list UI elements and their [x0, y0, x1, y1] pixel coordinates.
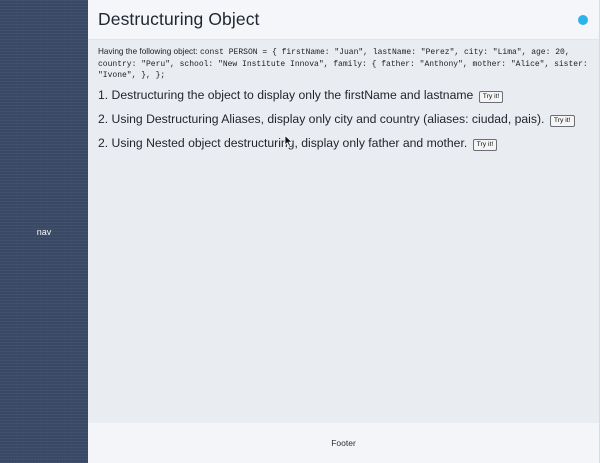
try-it-button-3[interactable]: Try it! — [472, 138, 498, 151]
exercise-2: 2. Using Destructuring Aliases, display … — [98, 111, 589, 127]
try-it-button-1[interactable]: Try it! — [478, 90, 504, 103]
main-content: Having the following object: const PERSO… — [88, 40, 599, 423]
exercise-1-text: 1. Destructuring the object to display o… — [98, 87, 474, 102]
sidebar-nav: nav — [0, 0, 88, 463]
intro-paragraph: Having the following object: const PERSO… — [98, 47, 589, 82]
nav-label: nav — [36, 226, 52, 237]
exercise-1: 1. Destructuring the object to display o… — [98, 87, 589, 103]
try-it-button-2[interactable]: Try it! — [549, 114, 575, 127]
page-title: Destructuring Object — [98, 9, 260, 29]
exercise-2-text: 2. Using Destructuring Aliases, display … — [98, 111, 545, 126]
main-column: Destructuring Object Having the followin… — [88, 0, 599, 463]
status-dot-icon — [578, 14, 588, 25]
page-header: Destructuring Object — [88, 0, 599, 40]
footer-label: Footer — [331, 438, 356, 448]
exercise-3-text: 2. Using Nested object destructuring, di… — [98, 135, 468, 150]
app-window: nav Destructuring Object Having the foll… — [0, 0, 600, 463]
intro-lead: Having the following object: — [98, 47, 200, 56]
exercise-3: 2. Using Nested object destructuring, di… — [98, 135, 589, 151]
mouse-cursor-icon — [284, 135, 294, 147]
page-footer: Footer — [88, 423, 599, 463]
